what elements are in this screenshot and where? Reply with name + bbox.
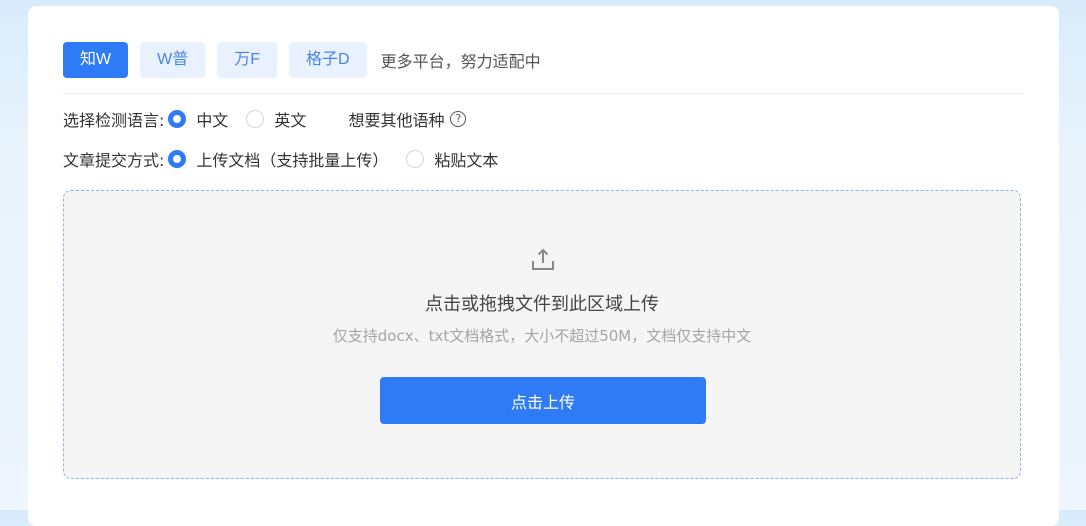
radio-unselected-icon bbox=[406, 150, 425, 168]
more-platforms-text: 更多平台，努力适配中 bbox=[380, 52, 541, 71]
radio-paste-label: 粘贴文本 bbox=[434, 151, 499, 170]
radio-chinese-label: 中文 bbox=[196, 111, 229, 130]
upload-dropzone[interactable]: 点击或拖拽文件到此区域上传 仅支持docx、txt文档格式，大小不超过50M，文… bbox=[63, 190, 1021, 479]
question-icon: ? bbox=[450, 111, 467, 127]
language-label: 选择检测语言: bbox=[63, 111, 165, 130]
radio-english[interactable]: 英文 bbox=[246, 107, 306, 131]
language-row: 选择检测语言: 中文 英文 想要其他语种 ? bbox=[63, 106, 467, 132]
upload-button[interactable]: 点击上传 bbox=[380, 377, 706, 424]
platform-tab-zhiw[interactable]: 知W bbox=[63, 42, 129, 78]
radio-paste-text[interactable]: 粘贴文本 bbox=[406, 147, 498, 171]
main-card: 知W W普 万F 格子D 更多平台，努力适配中 选择检测语言: 中文 英文 想要… bbox=[28, 6, 1059, 526]
radio-selected-icon bbox=[168, 150, 187, 168]
upload-hint: 仅支持docx、txt文档格式，大小不超过50M，文档仅支持中文 bbox=[332, 327, 752, 345]
radio-selected-icon bbox=[168, 110, 187, 128]
submit-method-label: 文章提交方式: bbox=[63, 151, 165, 170]
radio-english-label: 英文 bbox=[274, 111, 307, 130]
upload-icon bbox=[532, 248, 554, 270]
upload-title: 点击或拖拽文件到此区域上传 bbox=[425, 294, 659, 315]
platform-tab-wanf[interactable]: 万F bbox=[217, 42, 277, 78]
platform-tab-wpu[interactable]: W普 bbox=[140, 42, 206, 78]
other-language-link[interactable]: 想要其他语种 ? bbox=[348, 107, 467, 131]
platform-tabs: 知W W普 万F 格子D 更多平台，努力适配中 bbox=[63, 42, 541, 78]
platform-tab-gezid[interactable]: 格子D bbox=[289, 42, 367, 78]
submit-method-row: 文章提交方式: 上传文档（支持批量上传） 粘贴文本 bbox=[63, 146, 516, 172]
radio-upload-label: 上传文档（支持批量上传） bbox=[196, 151, 389, 170]
radio-upload-document[interactable]: 上传文档（支持批量上传） bbox=[168, 147, 388, 171]
other-language-label: 想要其他语种 bbox=[348, 111, 445, 130]
divider bbox=[63, 93, 1023, 94]
radio-unselected-icon bbox=[246, 110, 265, 128]
radio-chinese[interactable]: 中文 bbox=[168, 107, 228, 131]
